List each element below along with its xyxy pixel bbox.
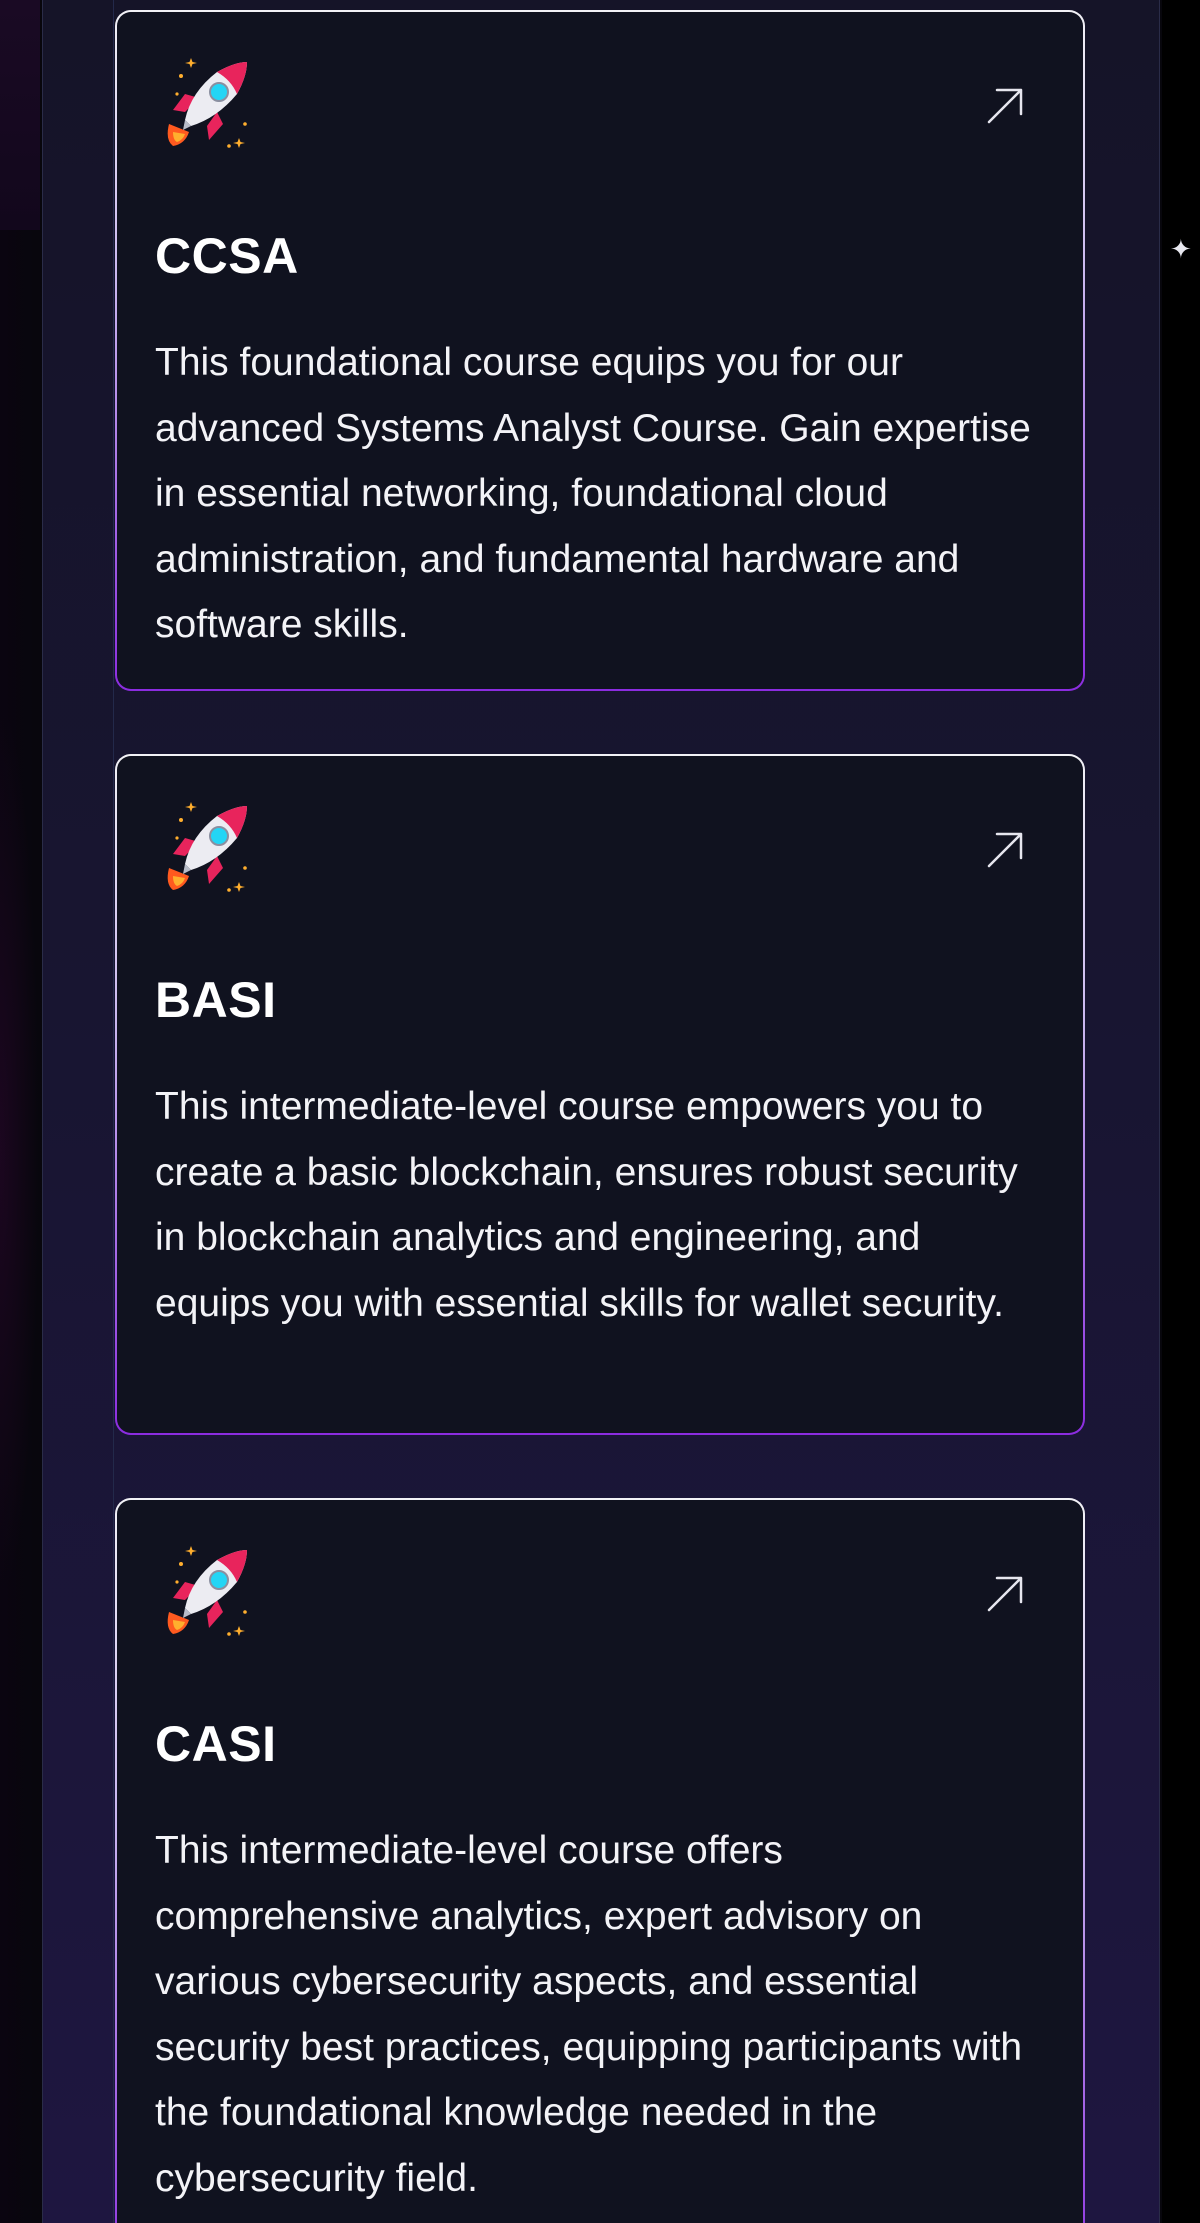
arrow-up-right-icon[interactable] (983, 1572, 1027, 1616)
rocket-icon (167, 802, 247, 892)
course-card-basi[interactable]: BASI This intermediate-level course empo… (115, 754, 1085, 1435)
page: ✦ CCSA This foundational course equips y… (0, 0, 1200, 2223)
course-title: CASI (155, 1716, 277, 1772)
right-edge (1162, 0, 1200, 2223)
course-card-casi[interactable]: CASI This intermediate-level course offe… (115, 1498, 1085, 2223)
course-card-ccsa[interactable]: CCSA This foundational course equips you… (115, 10, 1085, 691)
arrow-up-right-icon[interactable] (983, 84, 1027, 128)
course-description: This intermediate-level course empowers … (155, 1085, 1018, 1325)
course-title: BASI (155, 972, 277, 1028)
left-background-glow (0, 0, 40, 230)
course-description: This foundational course equips you for … (155, 341, 1031, 646)
rocket-icon (167, 1546, 247, 1636)
course-description: This intermediate-level course offers co… (155, 1829, 1023, 2200)
panel-divider-left (113, 0, 114, 2223)
rocket-icon (167, 58, 247, 148)
arrow-up-right-icon[interactable] (983, 828, 1027, 872)
left-background-glow-lower (0, 700, 40, 1600)
sparkle-icon: ✦ (1170, 234, 1192, 264)
course-title: CCSA (155, 228, 299, 284)
